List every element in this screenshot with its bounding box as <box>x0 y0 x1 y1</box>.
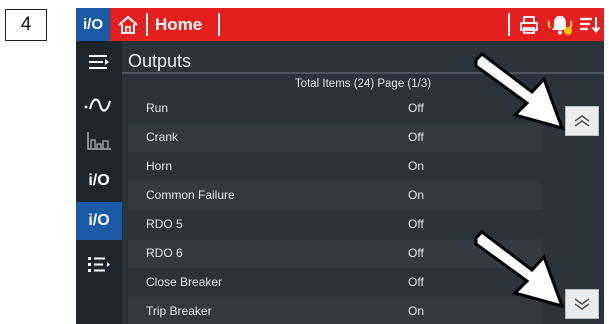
output-state: On <box>408 159 425 173</box>
printer-icon[interactable] <box>516 8 542 41</box>
output-state: Off <box>408 246 424 260</box>
output-state: On <box>408 188 425 202</box>
output-name: Run <box>146 101 169 115</box>
sidebar-item-list[interactable] <box>76 247 122 283</box>
output-name: Horn <box>146 159 173 173</box>
output-name: RDO 5 <box>146 217 183 231</box>
output-row: Horn On <box>128 152 543 181</box>
divider <box>146 13 148 36</box>
list-menu-icon <box>88 257 110 272</box>
output-row: Common Failure On <box>128 181 543 210</box>
home-icon[interactable] <box>114 8 142 41</box>
panel-title: Outputs <box>128 51 192 71</box>
output-name: RDO 6 <box>146 246 183 260</box>
top-bar: i/O Home <box>76 8 604 41</box>
sidebar-item-io[interactable]: i/O <box>76 163 122 199</box>
output-name: Close Breaker <box>146 275 223 289</box>
sidebar: i/O i/O <box>76 41 122 324</box>
output-name: Crank <box>146 130 179 144</box>
alarm-bell-icon[interactable] <box>546 8 574 41</box>
page-title: Home <box>155 15 203 34</box>
ac-waveform-icon <box>84 98 111 112</box>
sidebar-item-ac[interactable] <box>76 87 122 123</box>
sidebar-item-trends[interactable] <box>76 123 122 159</box>
divider <box>508 13 510 36</box>
io-icon: i/O <box>88 172 110 189</box>
callout-arrow-down <box>474 230 565 309</box>
output-name: Common Failure <box>146 188 235 202</box>
callout-arrow-up <box>474 52 565 131</box>
sidebar-item-io-active[interactable]: i/O <box>76 202 122 240</box>
output-state: Off <box>408 217 424 231</box>
bar-chart-icon <box>87 132 111 150</box>
io-badge: i/O <box>76 8 110 41</box>
output-state: Off <box>408 275 424 289</box>
step-number-label: 4 <box>5 9 47 41</box>
output-name: Trip Breaker <box>146 304 212 318</box>
divider <box>218 13 220 36</box>
menu-expand-icon <box>89 55 109 69</box>
sort-menu-icon[interactable] <box>576 8 602 41</box>
output-state: Off <box>408 130 424 144</box>
sidebar-menu-expand[interactable] <box>76 45 122 81</box>
output-state: Off <box>408 101 424 115</box>
io-icon: i/O <box>88 212 110 229</box>
output-state: On <box>408 304 425 318</box>
